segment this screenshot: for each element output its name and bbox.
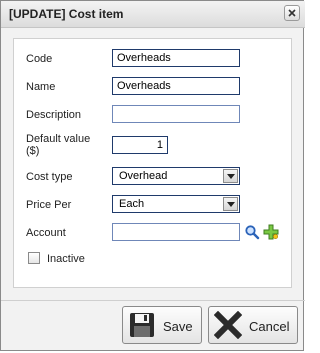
default-value-input[interactable]	[112, 136, 168, 154]
close-icon	[288, 9, 296, 17]
default-value-label: Default value ($)	[26, 133, 90, 157]
code-label: Code	[26, 53, 53, 65]
chevron-down-icon	[227, 202, 235, 207]
account-search-button[interactable]	[244, 224, 260, 240]
price-per-dropdown-arrow[interactable]	[223, 197, 238, 211]
close-button[interactable]	[284, 5, 300, 21]
name-label: Name	[26, 81, 56, 93]
dialog-title: [UPDATE] Cost item	[9, 7, 124, 21]
account-input[interactable]	[112, 223, 240, 241]
chevron-down-icon	[227, 174, 235, 179]
cancel-button[interactable]: Cancel	[208, 306, 298, 344]
x-icon	[214, 311, 242, 339]
title-bar: [UPDATE] Cost item	[1, 1, 305, 28]
cost-type-label: Cost type	[26, 171, 73, 183]
floppy-disk-icon	[130, 313, 154, 337]
account-label: Account	[26, 227, 66, 239]
form-panel: Code Name Description Default value ($) …	[13, 38, 292, 288]
save-button[interactable]: Save	[122, 306, 202, 344]
account-add-button[interactable]	[263, 224, 279, 240]
cost-type-dropdown-arrow[interactable]	[223, 169, 238, 183]
description-input[interactable]	[112, 105, 240, 123]
dialog-window: [UPDATE] Cost item Code Name Description…	[0, 0, 305, 351]
footer-divider	[1, 300, 305, 301]
default-value-label-line2: ($)	[26, 145, 40, 157]
cost-type-select[interactable]: Overhead	[112, 167, 240, 185]
cancel-button-label: Cancel	[249, 319, 290, 334]
default-value-label-line1: Default value	[26, 133, 91, 145]
inactive-checkbox[interactable]	[28, 252, 40, 264]
price-per-label: Price Per	[26, 199, 72, 211]
cost-type-value: Overhead	[119, 170, 168, 182]
price-per-select[interactable]: Each	[112, 195, 240, 213]
price-per-value: Each	[119, 198, 145, 210]
code-input[interactable]	[112, 49, 240, 67]
save-button-label: Save	[163, 319, 193, 334]
inactive-label: Inactive	[47, 253, 85, 265]
description-label: Description	[26, 109, 82, 121]
add-icon	[263, 224, 279, 240]
name-input[interactable]	[112, 77, 240, 95]
search-icon	[245, 225, 260, 240]
